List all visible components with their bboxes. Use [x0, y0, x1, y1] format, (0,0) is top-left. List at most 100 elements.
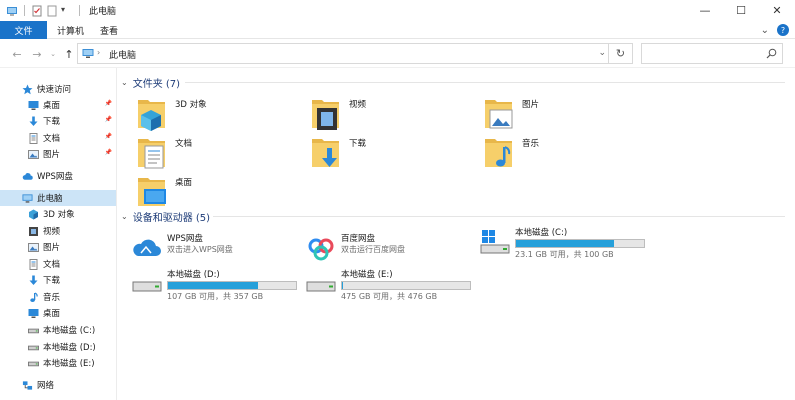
chevron-down-icon: ⌄ — [121, 78, 128, 87]
back-button[interactable]: ← — [10, 46, 24, 62]
drive-icon — [131, 270, 163, 300]
sidebar-item[interactable]: 网络 — [0, 377, 116, 393]
drive-name: WPS网盘 — [167, 234, 203, 244]
pin-icon[interactable]: 📌 — [105, 133, 112, 140]
folder-item[interactable]: 3D 对象 — [137, 94, 307, 134]
search-input[interactable] — [641, 43, 783, 64]
folder-item[interactable]: 图片 — [484, 94, 654, 134]
properties-icon[interactable] — [31, 5, 43, 17]
address-dropdown-icon[interactable]: ⌄ — [598, 48, 606, 58]
close-button[interactable]: ✕ — [759, 0, 795, 21]
sidebar-item[interactable]: 桌面 📌 — [0, 97, 116, 113]
desktop-icon — [28, 100, 39, 111]
drive-item[interactable]: 本地磁盘 (D:) 107 GB 可用，共 357 GB — [131, 268, 306, 302]
sidebar-item-label: 快速访问 — [37, 85, 72, 95]
drive-item[interactable]: WPS网盘 双击进入WPS网盘 — [131, 232, 306, 266]
drive-item[interactable]: 百度网盘 双击运行百度网盘 — [305, 232, 480, 266]
sidebar-item[interactable]: 下载 — [0, 272, 116, 288]
sidebar-item-label: 3D 对象 — [43, 210, 75, 220]
sidebar-item-label: 视频 — [43, 227, 61, 237]
download-icon — [28, 116, 39, 127]
drive-name: 本地磁盘 (E:) — [341, 270, 393, 280]
sidebar-item-label: 桌面 — [43, 101, 61, 111]
tab-computer[interactable]: 计算机 — [57, 21, 84, 39]
folder-icon — [484, 94, 514, 130]
ribbon-tabs: 文件 计算机 查看 ⌄ ? — [0, 21, 795, 39]
sidebar-item[interactable]: 音乐 — [0, 289, 116, 305]
devices-section-header[interactable]: ⌄ 设备和驱动器 (5) — [121, 209, 210, 224]
sidebar-item[interactable]: 本地磁盘 (E:) — [0, 355, 116, 371]
breadcrumb-separator-icon: › — [97, 48, 101, 57]
folder-icon — [137, 172, 167, 208]
sidebar-item[interactable]: 快速访问 — [0, 81, 116, 97]
maximize-button[interactable]: ☐ — [723, 0, 759, 21]
desktop-icon — [28, 308, 39, 319]
breadcrumb[interactable]: 此电脑 — [109, 48, 136, 61]
folder-item[interactable]: 视频 — [311, 94, 481, 134]
sidebar-item[interactable]: 下载 📌 — [0, 113, 116, 129]
sidebar-item-label: 网络 — [37, 381, 55, 391]
folder-icon — [137, 133, 167, 169]
folder-label: 视频 — [349, 100, 367, 110]
folder-item[interactable]: 音乐 — [484, 133, 654, 173]
folder-item[interactable]: 文档 — [137, 133, 307, 173]
network-icon — [22, 380, 33, 391]
refresh-button[interactable]: ↻ — [608, 44, 632, 63]
file-explorer-window: ▾ 此电脑 — ☐ ✕ 文件 计算机 查看 ⌄ ? ← → ⌄ ↑ › 此电脑 … — [0, 0, 795, 400]
download-icon — [28, 275, 39, 286]
sidebar-item[interactable]: 此电脑 — [0, 190, 116, 206]
computer-icon — [22, 193, 33, 204]
drive-icon — [305, 270, 337, 300]
sidebar-item-label: 文档 — [43, 260, 61, 270]
drive-capacity-text: 107 GB 可用，共 357 GB — [167, 292, 264, 301]
capacity-bar-fill — [516, 240, 615, 247]
drive-capacity-text: 23.1 GB 可用，共 100 GB — [515, 250, 614, 259]
sidebar-item[interactable]: 图片 📌 — [0, 146, 116, 162]
drive-icon — [28, 358, 39, 369]
picture-icon — [28, 149, 39, 160]
sidebar-item[interactable]: 本地磁盘 (C:) — [0, 322, 116, 338]
sidebar-item[interactable]: 文档 📌 — [0, 130, 116, 146]
recent-locations-button[interactable]: ⌄ — [46, 46, 60, 62]
folder-item[interactable]: 桌面 — [137, 172, 307, 212]
drive-name: 本地磁盘 (D:) — [167, 270, 220, 280]
help-icon[interactable]: ? — [777, 24, 789, 36]
expand-ribbon-icon[interactable]: ⌄ — [761, 25, 769, 36]
sidebar-item[interactable]: WPS网盘 — [0, 168, 116, 184]
tab-file[interactable]: 文件 — [0, 21, 47, 39]
up-button[interactable]: ↑ — [62, 46, 76, 62]
new-folder-icon[interactable] — [46, 5, 58, 17]
folder-item[interactable]: 下载 — [311, 133, 481, 173]
cloud-icon — [22, 171, 33, 182]
section-title: 设备和驱动器 (5) — [132, 213, 211, 224]
pin-icon[interactable]: 📌 — [105, 100, 112, 107]
forward-button[interactable]: → — [30, 46, 44, 62]
drive-item[interactable]: 本地磁盘 (E:) 475 GB 可用，共 476 GB — [305, 268, 480, 302]
sidebar-item[interactable]: 本地磁盘 (D:) — [0, 339, 116, 355]
address-bar[interactable]: › 此电脑 ⌄ ↻ — [77, 43, 633, 64]
sidebar-item[interactable]: 文档 — [0, 256, 116, 272]
sidebar-item-label: 音乐 — [43, 293, 61, 303]
sidebar-item[interactable]: 3D 对象 — [0, 206, 116, 222]
star-icon — [22, 84, 33, 95]
computer-icon — [82, 49, 94, 58]
drive-description: 双击进入WPS网盘 — [167, 245, 233, 254]
sidebar-item[interactable]: 视频 — [0, 223, 116, 239]
drive-item[interactable]: 本地磁盘 (C:) 23.1 GB 可用，共 100 GB — [479, 226, 654, 260]
sidebar-item[interactable]: 图片 — [0, 239, 116, 255]
picture-icon — [28, 242, 39, 253]
drive-icon — [28, 342, 39, 353]
minimize-button[interactable]: — — [687, 0, 723, 21]
sidebar-item[interactable]: 桌面 — [0, 305, 116, 321]
folder-icon — [311, 94, 341, 130]
window-title: 此电脑 — [89, 7, 117, 17]
tab-view[interactable]: 查看 — [100, 21, 118, 39]
pin-icon[interactable]: 📌 — [105, 116, 112, 123]
folders-section-header[interactable]: ⌄ 文件夹 (7) — [121, 75, 180, 90]
folder-icon — [137, 94, 167, 131]
customize-toolbar-icon[interactable]: ▾ — [61, 5, 73, 17]
pin-icon[interactable]: 📌 — [105, 149, 112, 156]
divider — [213, 216, 785, 217]
folder-label: 3D 对象 — [175, 100, 207, 110]
title-bar: ▾ 此电脑 — ☐ ✕ — [0, 0, 795, 21]
